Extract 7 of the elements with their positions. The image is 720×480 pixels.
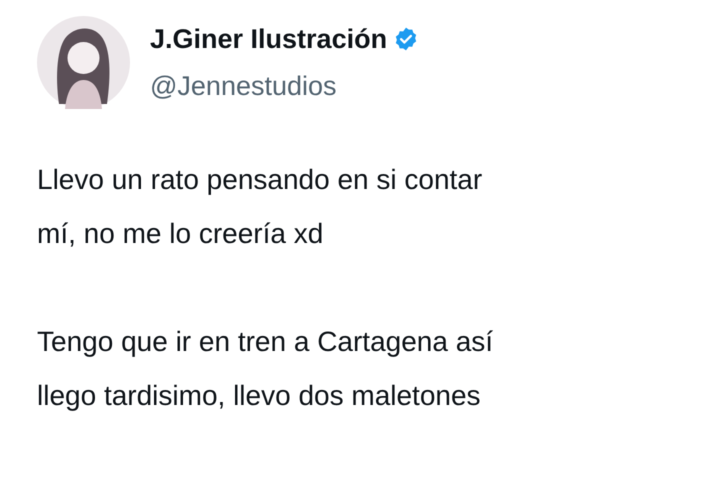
- display-name[interactable]: J.Giner Ilustración: [150, 19, 388, 60]
- tweet-text-line: llego tardisimo, llevo dos maletones: [37, 379, 482, 413]
- avatar[interactable]: [37, 16, 130, 109]
- username[interactable]: @Jennestudios: [150, 66, 420, 106]
- tweet-text-line: mí, no me lo creería xd: [37, 217, 324, 251]
- tweet-text-line: Tengo que ir en tren a Cartagena así: [37, 325, 494, 359]
- tweet-text-line: Llevo un rato pensando en si contar: [37, 163, 484, 197]
